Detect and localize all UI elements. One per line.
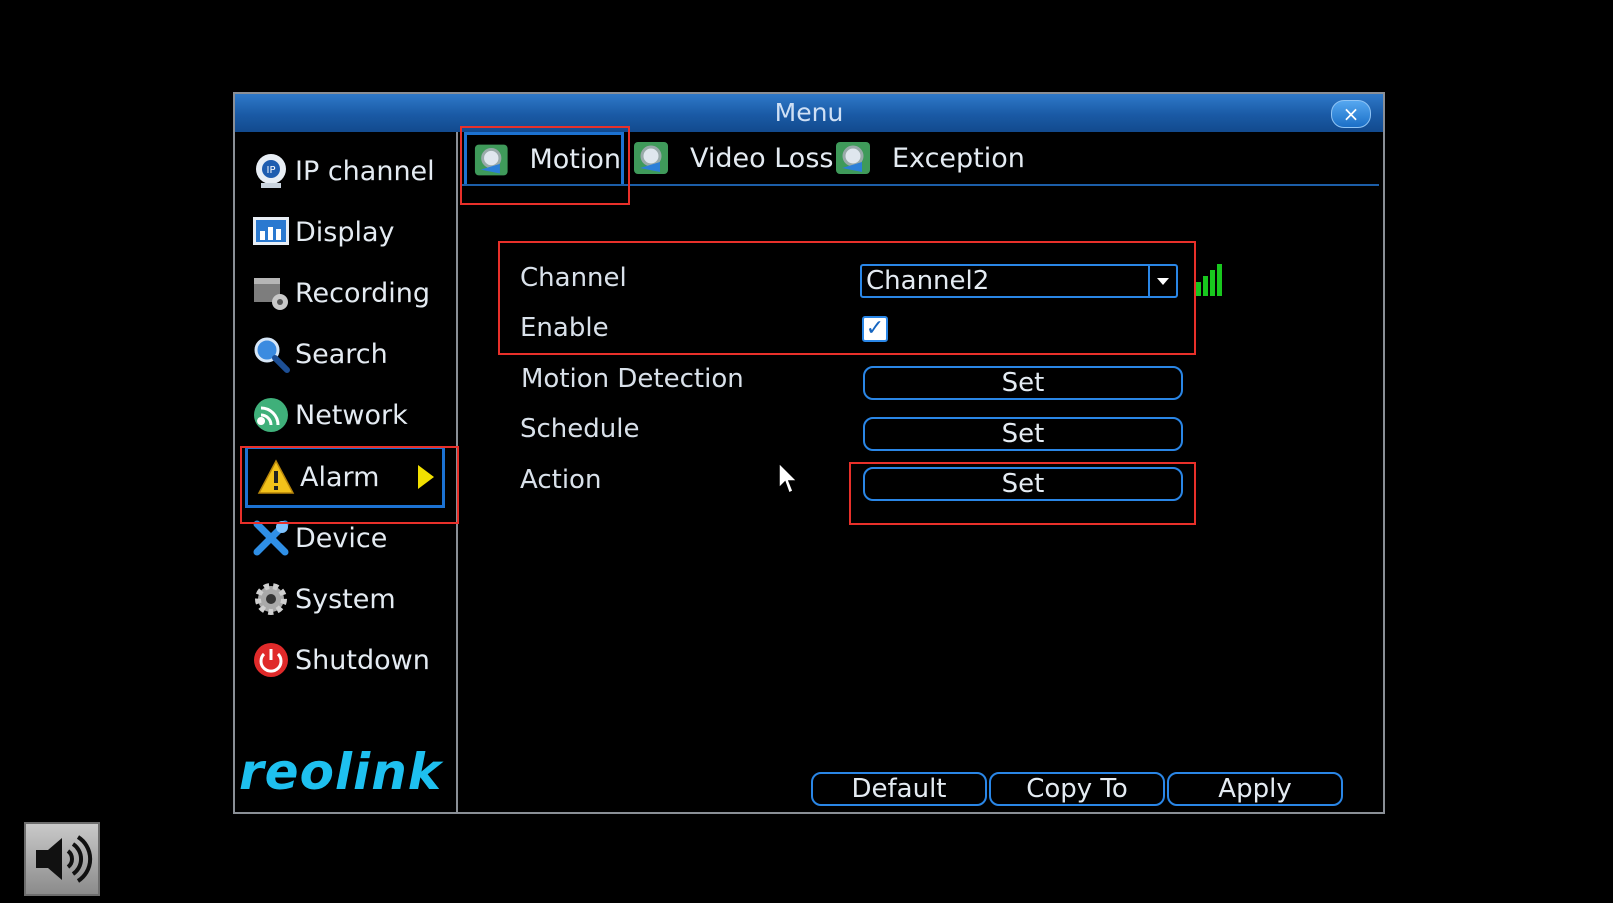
- copy-to-button[interactable]: Copy To: [989, 772, 1165, 806]
- sidebar-item-system[interactable]: System: [243, 570, 448, 628]
- tab-label: Exception: [892, 142, 1025, 174]
- network-icon: [251, 395, 291, 435]
- signal-strength-icon: [1196, 264, 1222, 296]
- menu-title: Menu: [774, 98, 844, 127]
- recording-icon: [251, 273, 291, 313]
- sidebar-item-network[interactable]: Network: [243, 386, 448, 444]
- sidebar-item-label: Recording: [295, 277, 431, 309]
- apply-button[interactable]: Apply: [1167, 772, 1343, 806]
- search-icon: [251, 334, 291, 374]
- close-button[interactable]: ×: [1331, 100, 1371, 128]
- default-button[interactable]: Default: [811, 772, 987, 806]
- close-icon: ×: [1342, 102, 1360, 126]
- sidebar-item-ip-channel[interactable]: IP IP channel: [243, 142, 448, 200]
- sidebar-item-label: Device: [295, 522, 388, 554]
- speaker-icon: [36, 835, 93, 883]
- device-tools-icon: [251, 518, 291, 558]
- sidebar-item-search[interactable]: Search: [243, 325, 448, 383]
- sidebar-item-shutdown[interactable]: Shutdown: [243, 631, 448, 689]
- volume-button[interactable]: [24, 822, 100, 896]
- menu-title-bar: Menu ×: [235, 94, 1383, 132]
- schedule-label: Schedule: [520, 414, 640, 444]
- video-loss-settings-icon: [634, 142, 668, 174]
- tab-label: Video Loss: [690, 142, 834, 174]
- tab-exception[interactable]: Exception: [828, 132, 1025, 184]
- sidebar-item-label: IP channel: [295, 155, 435, 187]
- sidebar-item-label: Network: [295, 399, 408, 431]
- display-icon: [251, 212, 291, 252]
- tab-video-loss[interactable]: Video Loss: [626, 132, 833, 184]
- sidebar-item-label: Search: [295, 338, 388, 370]
- highlight-alarm-item: [240, 446, 459, 524]
- reolink-logo: reolink: [239, 743, 443, 801]
- sidebar-item-label: Shutdown: [295, 644, 430, 676]
- action-label: Action: [520, 465, 602, 495]
- sidebar-item-display[interactable]: Display: [243, 203, 448, 261]
- motion-detection-set-button[interactable]: Set: [863, 366, 1183, 400]
- sidebar-item-label: Display: [295, 216, 395, 248]
- ip-camera-icon: IP: [251, 151, 291, 191]
- schedule-set-button[interactable]: Set: [863, 417, 1183, 451]
- sidebar-item-recording[interactable]: Recording: [243, 264, 448, 322]
- highlight-action-set: [849, 462, 1196, 525]
- highlight-channel-enable: [498, 241, 1196, 355]
- mouse-cursor-icon: [778, 462, 799, 495]
- svg-text:IP: IP: [267, 165, 276, 176]
- sidebar-item-label: System: [295, 583, 396, 615]
- highlight-motion-tab: [460, 126, 630, 205]
- motion-detection-label: Motion Detection: [521, 364, 744, 394]
- power-icon: [251, 640, 291, 680]
- exception-settings-icon: [836, 142, 870, 174]
- system-gear-icon: [251, 579, 291, 619]
